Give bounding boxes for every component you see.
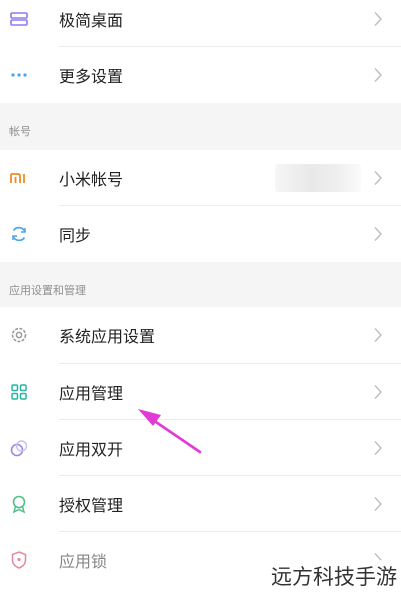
section-header: 帐号 xyxy=(9,125,31,138)
account-value-blurred xyxy=(275,164,361,192)
settings-screen: 极简桌面 更多设置 帐号 小米帐号 同步 应用设置和管理 系统应用设置 应用管理… xyxy=(0,0,401,594)
section-account: 帐号 xyxy=(0,103,401,150)
row-app-management[interactable]: 应用管理 xyxy=(0,364,401,420)
row-sync[interactable]: 同步 xyxy=(0,206,401,262)
chevron-right-icon xyxy=(374,328,382,342)
row-system-app-settings[interactable]: 系统应用设置 xyxy=(0,307,401,363)
chevron-right-icon xyxy=(374,385,382,399)
row-label: 更多设置 xyxy=(59,67,124,86)
more-dots-icon xyxy=(11,73,27,77)
grid-apps-icon xyxy=(11,384,27,400)
row-simple-desktop[interactable]: 极简桌面 xyxy=(0,0,401,47)
mi-logo-icon xyxy=(10,173,25,183)
layers-icon xyxy=(10,12,28,26)
row-label: 应用双开 xyxy=(59,440,124,459)
row-label: 应用锁 xyxy=(59,552,108,571)
chevron-right-icon xyxy=(374,12,382,26)
section-apps: 应用设置和管理 xyxy=(0,262,401,307)
badge-ribbon-icon xyxy=(12,495,26,514)
watermark: 远方科技手游 xyxy=(269,560,399,592)
chevron-right-icon xyxy=(374,227,382,241)
row-label: 授权管理 xyxy=(59,496,124,515)
chevron-right-icon xyxy=(374,441,382,455)
section-header: 应用设置和管理 xyxy=(9,284,86,297)
row-label: 应用管理 xyxy=(59,384,124,403)
sync-icon xyxy=(12,226,26,242)
chevron-right-icon xyxy=(374,497,382,511)
dual-circle-icon xyxy=(10,440,28,457)
shield-lock-icon xyxy=(11,551,27,569)
chevron-right-icon xyxy=(374,68,382,82)
row-label: 小米帐号 xyxy=(59,170,124,189)
gear-icon xyxy=(11,327,27,343)
row-mi-account[interactable]: 小米帐号 xyxy=(0,150,401,206)
row-permissions[interactable]: 授权管理 xyxy=(0,476,401,532)
row-label: 系统应用设置 xyxy=(59,327,156,346)
row-more-settings[interactable]: 更多设置 xyxy=(0,47,401,103)
row-dual-apps[interactable]: 应用双开 xyxy=(0,420,401,476)
chevron-right-icon xyxy=(374,171,382,185)
row-label: 同步 xyxy=(59,226,92,245)
row-label: 极简桌面 xyxy=(59,11,124,30)
